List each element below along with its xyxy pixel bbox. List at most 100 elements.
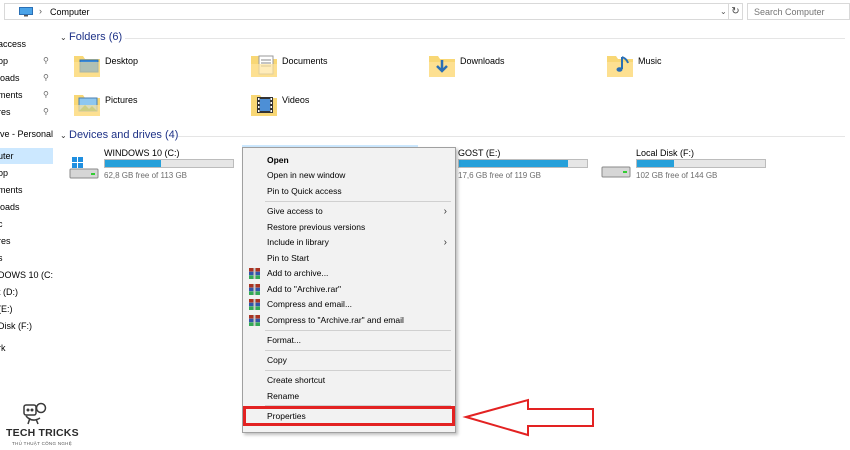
nav-item-label: Disk (F:): [0, 321, 32, 331]
folder-label: Videos: [282, 95, 310, 105]
nav-item-onedrive[interactable]: ive - Personal: [0, 126, 53, 142]
nav-item-label: s: [0, 253, 3, 263]
folder-label: Documents: [282, 56, 328, 66]
refresh-button[interactable]: ↻: [729, 3, 743, 20]
nav-item-downloads[interactable]: loads ⚲: [0, 70, 53, 86]
drive-name: Local Disk (F:): [636, 148, 695, 158]
menu-item-add-archive-rar[interactable]: Add to "Archive.rar": [243, 282, 455, 297]
nav-item-drive-f[interactable]: Disk (F:): [0, 318, 53, 334]
pointer-arrow-icon: [462, 398, 594, 437]
desktop-folder-icon: [74, 56, 100, 77]
search-box[interactable]: [747, 3, 850, 20]
group-divider: [125, 38, 845, 39]
pin-icon: ⚲: [43, 90, 49, 99]
menu-item-label: Compress to "Archive.rar" and email: [267, 315, 404, 325]
menu-item-compress-rar-email[interactable]: Compress to "Archive.rar" and email: [243, 313, 455, 328]
nav-item-label: ive - Personal: [0, 129, 53, 139]
nav-item-drive-d[interactable]: t (D:): [0, 284, 53, 300]
drive-free-space: 17,6 GB free of 119 GB: [458, 171, 542, 180]
pin-icon: ⚲: [43, 107, 49, 116]
menu-item-add-archive[interactable]: Add to archive...: [243, 266, 455, 281]
pictures-folder-icon: [74, 95, 100, 116]
nav-item-label: ments: [0, 185, 23, 195]
nav-item-computer[interactable]: uter: [0, 148, 53, 164]
drive-c[interactable]: WINDOWS 10 (C:) 62,8 GB free of 113 GB: [68, 148, 238, 188]
nav-item-downloads-2[interactable]: loads: [0, 199, 53, 215]
nav-item-label: loads: [0, 202, 20, 212]
folder-desktop[interactable]: Desktop: [72, 50, 232, 90]
menu-item-label: Copy: [267, 355, 287, 365]
address-location[interactable]: Computer: [50, 7, 90, 17]
downloads-folder-icon: [429, 56, 455, 77]
winrar-icon: [249, 284, 260, 295]
menu-item-restore-versions[interactable]: Restore previous versions: [243, 220, 455, 235]
menu-item-give-access[interactable]: Give access to ›: [243, 204, 455, 219]
folder-downloads[interactable]: Downloads: [427, 50, 587, 90]
nav-item-drive-e[interactable]: (E:): [0, 301, 53, 317]
folder-pictures[interactable]: Pictures: [72, 89, 232, 129]
nav-item-videos[interactable]: s: [0, 250, 53, 266]
group-divider: [178, 136, 845, 137]
nav-item-label: op: [0, 168, 9, 178]
folder-label: Music: [638, 56, 662, 66]
nav-item-music[interactable]: c: [0, 216, 53, 232]
nav-item-documents-2[interactable]: ments: [0, 182, 53, 198]
nav-item-pictures[interactable]: res⚲: [0, 104, 53, 120]
nav-item-pictures-2[interactable]: res: [0, 233, 53, 249]
folder-documents[interactable]: Documents: [249, 50, 409, 90]
search-input[interactable]: [748, 4, 849, 19]
drive-usage-bar: [458, 159, 588, 168]
submenu-arrow-icon: ›: [443, 206, 447, 217]
menu-item-open[interactable]: Open: [243, 153, 455, 168]
group-collapse-icon[interactable]: ⌄: [60, 131, 67, 140]
menu-item-compress-email[interactable]: Compress and email...: [243, 297, 455, 312]
nav-item-drive-c[interactable]: DOWS 10 (C:): [0, 267, 53, 283]
menu-item-label: Create shortcut: [267, 375, 326, 385]
logo-title: TECH TRICKS: [6, 427, 79, 439]
menu-item-include-library[interactable]: Include in library ›: [243, 235, 455, 250]
logo-subtitle: THỦ THUẬT CÔNG NGHỆ: [12, 441, 73, 446]
menu-item-copy[interactable]: Copy: [243, 353, 455, 368]
menu-item-pin-start[interactable]: Pin to Start: [243, 251, 455, 266]
group-collapse-icon[interactable]: ⌄: [60, 33, 67, 42]
menu-item-format[interactable]: Format...: [243, 333, 455, 348]
menu-item-rename[interactable]: Rename: [243, 389, 455, 404]
drive-usage-bar: [636, 159, 766, 168]
drives-group-header[interactable]: Devices and drives (4): [69, 129, 178, 141]
menu-item-open-new-window[interactable]: Open in new window: [243, 168, 455, 183]
drive-f[interactable]: Local Disk (F:) 102 GB free of 144 GB: [600, 148, 770, 188]
folder-videos[interactable]: Videos: [249, 89, 409, 129]
menu-item-label: Give access to: [267, 206, 323, 216]
drive-usage-fill: [105, 160, 162, 167]
nav-item-documents[interactable]: ments ⚲: [0, 87, 53, 103]
folders-group-header[interactable]: Folders (6): [69, 31, 122, 43]
navigation-pane: access op⚲ loads⚲ ments⚲ res⚲ ive - Pers…: [0, 26, 53, 450]
address-bar: › Computer ⌄ ↻: [0, 0, 850, 24]
drive-usage-fill: [459, 160, 568, 167]
path-separator: ›: [39, 6, 42, 16]
nav-item-desktop-2[interactable]: op: [0, 165, 53, 181]
nav-item-label: access: [0, 39, 27, 49]
nav-item-label: res: [0, 236, 11, 246]
nav-item-desktop[interactable]: op ⚲: [0, 53, 53, 69]
properties-highlight-box: [243, 406, 455, 426]
chevron-down-icon[interactable]: ⌄: [720, 7, 727, 16]
nav-item-quick-access[interactable]: access: [0, 36, 53, 52]
menu-item-label: Compress and email...: [267, 299, 353, 309]
folder-label: Downloads: [460, 56, 505, 66]
videos-folder-icon: [251, 95, 277, 116]
nav-item-network[interactable]: rk: [0, 340, 53, 356]
menu-separator: [265, 201, 451, 202]
folder-music[interactable]: Music: [605, 50, 765, 90]
address-box[interactable]: › Computer ⌄: [4, 3, 729, 20]
drive-icon: [601, 166, 631, 178]
menu-item-pin-quick-access[interactable]: Pin to Quick access: [243, 184, 455, 199]
submenu-arrow-icon: ›: [443, 237, 447, 248]
menu-item-label: Pin to Quick access: [267, 186, 342, 196]
nav-item-label: DOWS 10 (C:): [0, 270, 53, 280]
menu-item-create-shortcut[interactable]: Create shortcut: [243, 373, 455, 388]
nav-item-label: uter: [0, 151, 14, 161]
nav-item-label: rk: [0, 343, 6, 353]
menu-item-label: Restore previous versions: [267, 222, 366, 232]
menu-item-label: Add to archive...: [267, 268, 329, 278]
